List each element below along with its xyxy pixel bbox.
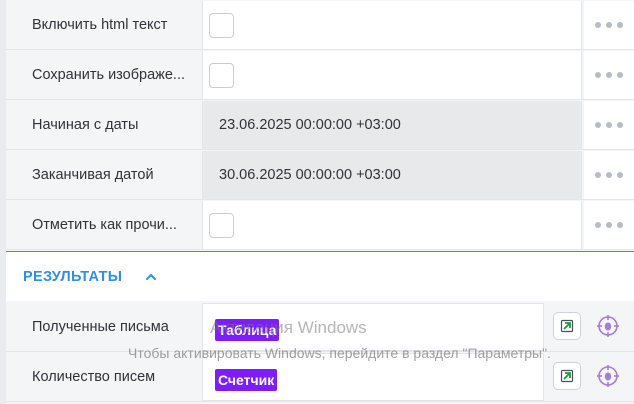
setting-field <box>202 1 582 49</box>
variable-tag[interactable]: Счетчик <box>215 369 278 391</box>
setting-field <box>202 201 582 249</box>
setting-row-include-html: Включить html текст <box>6 0 634 50</box>
results-section-title: РЕЗУЛЬТАТЫ <box>23 269 123 285</box>
more-dots-icon <box>595 222 601 228</box>
windows-watermark-text: Чтобы активировать Windows, перейдите в … <box>128 345 551 361</box>
more-dot <box>606 222 612 228</box>
results-section-header[interactable]: РЕЗУЛЬТАТЫ <box>6 251 634 301</box>
more-dots-icon <box>595 172 601 178</box>
more-options-button[interactable] <box>584 1 634 49</box>
target-button[interactable] <box>594 312 622 340</box>
more-dot <box>617 172 623 178</box>
setting-label: Включить html текст <box>32 17 168 33</box>
more-options-button[interactable] <box>584 51 634 99</box>
setting-label: Отметить как прочи... <box>32 217 177 233</box>
setting-field <box>202 51 582 99</box>
more-dot <box>617 122 623 128</box>
more-dot <box>606 72 612 78</box>
target-icon <box>597 315 619 337</box>
setting-row-start-date: Начиная с даты 23.06.2025 00:00:00 +03:0… <box>6 100 634 150</box>
chevron-up-icon[interactable] <box>144 270 158 284</box>
setting-row-mark-read: Отметить как прочи... <box>6 200 634 250</box>
setting-label: Начиная с даты <box>32 117 139 133</box>
start-date-field[interactable]: 23.06.2025 00:00:00 +03:00 <box>202 101 582 149</box>
more-dot <box>606 172 612 178</box>
save-images-checkbox[interactable] <box>209 63 234 88</box>
more-dots-icon <box>595 22 601 28</box>
mark-read-checkbox[interactable] <box>209 213 234 238</box>
setting-label: Сохранить изображе... <box>32 67 186 83</box>
document-button[interactable] <box>553 312 581 340</box>
document-icon <box>560 319 574 333</box>
more-dots-icon <box>595 122 601 128</box>
more-dot <box>606 22 612 28</box>
properties-panel: Включить html текст Сохранить изображе..… <box>6 0 634 404</box>
more-dot <box>606 122 612 128</box>
document-button[interactable] <box>553 362 581 390</box>
more-options-button[interactable] <box>584 101 634 149</box>
setting-row-save-images: Сохранить изображе... <box>6 50 634 100</box>
more-options-button[interactable] <box>584 201 634 249</box>
more-options-button[interactable] <box>584 151 634 199</box>
target-button[interactable] <box>594 362 622 390</box>
document-icon <box>560 369 574 383</box>
include-html-checkbox[interactable] <box>209 13 234 38</box>
more-dot <box>617 72 623 78</box>
end-date-value: 30.06.2025 00:00:00 +03:00 <box>219 167 401 183</box>
more-dot <box>617 222 623 228</box>
end-date-field[interactable]: 30.06.2025 00:00:00 +03:00 <box>202 151 582 199</box>
start-date-value: 23.06.2025 00:00:00 +03:00 <box>219 117 401 133</box>
more-dots-icon <box>595 72 601 78</box>
more-dot <box>617 22 623 28</box>
setting-label: Заканчивая датой <box>32 167 154 183</box>
setting-row-end-date: Заканчивая датой 30.06.2025 00:00:00 +03… <box>6 150 634 200</box>
target-icon <box>597 365 619 387</box>
windows-watermark-title: Активация Windows <box>210 318 367 337</box>
